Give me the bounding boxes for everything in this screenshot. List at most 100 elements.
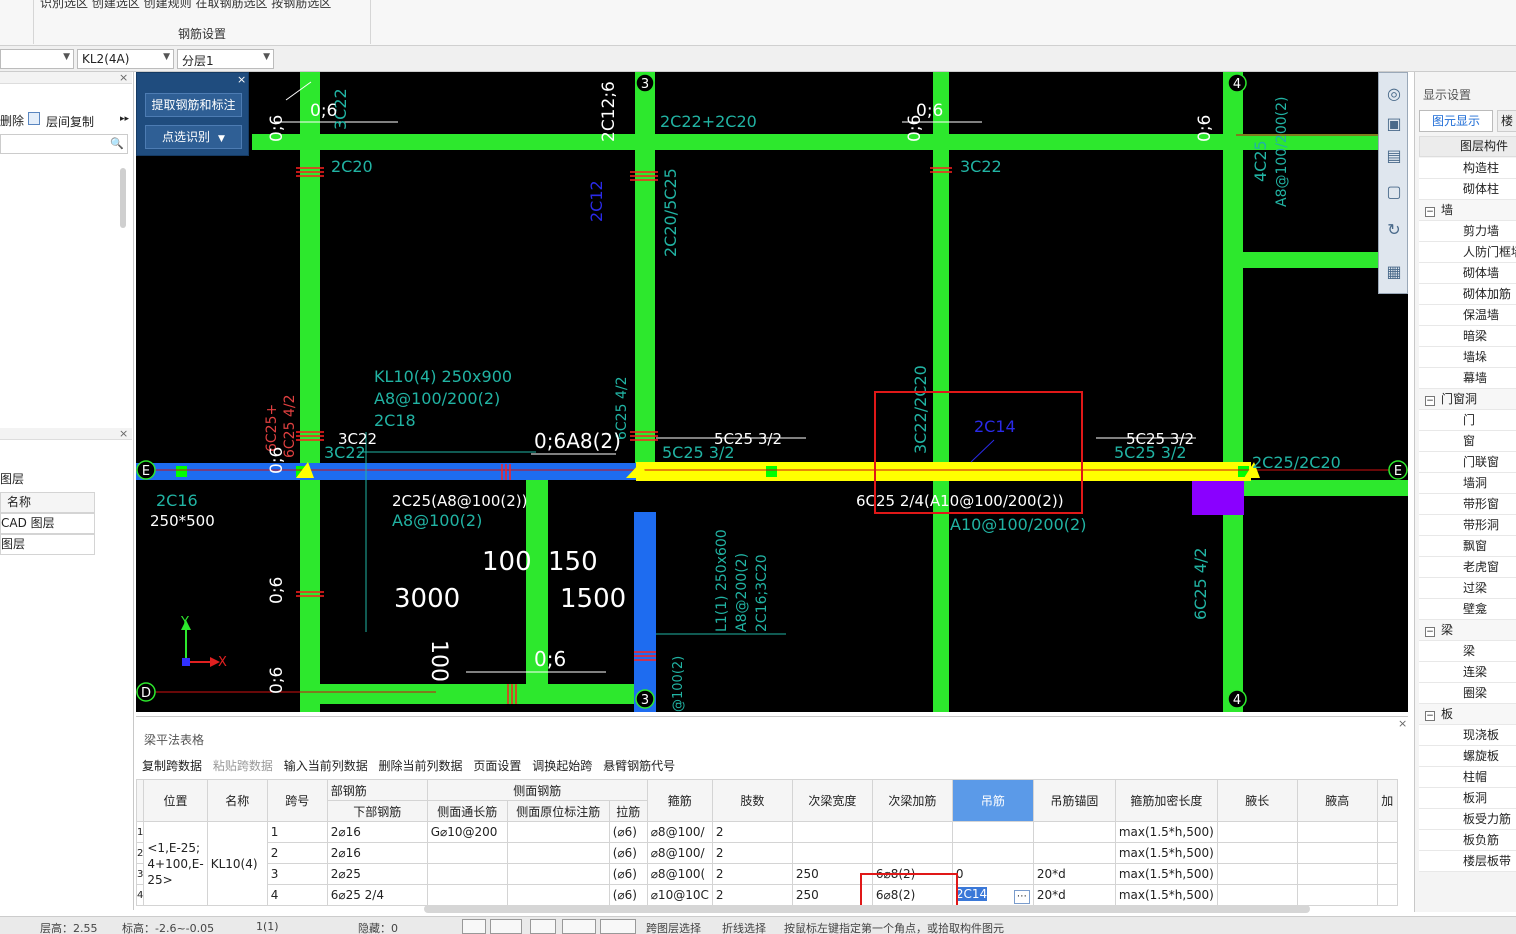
cell-side-orig[interactable]: [506, 863, 610, 885]
floor-copy-button[interactable]: 层间复制: [46, 113, 94, 130]
cell-legs[interactable]: 2: [711, 821, 793, 843]
tree-item[interactable]: 柱帽: [1419, 767, 1516, 788]
cell-hanger[interactable]: 0: [951, 863, 1034, 885]
click-recognize-button[interactable]: 点选识别 ▼: [145, 125, 242, 149]
tree-item[interactable]: 构造柱: [1419, 158, 1516, 179]
cell-legs[interactable]: 2: [711, 842, 793, 864]
empty-cell[interactable]: [1376, 821, 1398, 843]
position-cell[interactable]: <1,E-25; 4+100,E- 25>: [143, 821, 208, 906]
delete-column-button[interactable]: 删除当前列数据: [379, 759, 463, 773]
tree-item[interactable]: 墙垛: [1419, 347, 1516, 368]
cell-dense[interactable]: max(1.5*h,500): [1114, 884, 1218, 906]
empty-cell[interactable]: [1296, 821, 1378, 843]
grid-view-icon[interactable]: ▦: [1383, 261, 1405, 283]
tree-item[interactable]: 剪力墙: [1419, 221, 1516, 242]
cross-layer-select-button[interactable]: 跨图层选择: [646, 920, 701, 934]
collapse-icon[interactable]: −: [1425, 711, 1435, 721]
tree-item[interactable]: 板负筋: [1419, 830, 1516, 851]
tree-item[interactable]: 圈梁: [1419, 683, 1516, 704]
scrollbar[interactable]: [120, 168, 126, 228]
polyline-select-button[interactable]: 折线选择: [722, 920, 766, 934]
tree-item[interactable]: 连梁: [1419, 662, 1516, 683]
cell-tie[interactable]: (⌀6): [608, 884, 648, 906]
view-cube-icon[interactable]: ▢: [1383, 181, 1405, 203]
empty-cell[interactable]: [1216, 863, 1298, 885]
cad-layer-row[interactable]: CAD 图层: [0, 513, 95, 534]
layer-split-combo[interactable]: 分层1 ▼: [177, 49, 274, 69]
rotate-icon[interactable]: ↻: [1383, 219, 1405, 241]
layer-row[interactable]: 图层: [0, 534, 95, 555]
cell-sec-width[interactable]: [791, 842, 873, 864]
tab-floor[interactable]: 楼: [1497, 110, 1516, 132]
tree-group[interactable]: − 墙: [1419, 200, 1516, 221]
close-icon[interactable]: ×: [119, 427, 128, 440]
collapse-icon[interactable]: −: [1425, 396, 1435, 406]
tree-item[interactable]: 带形洞: [1419, 515, 1516, 536]
tree-item[interactable]: 幕墙: [1419, 368, 1516, 389]
cantilever-code-button[interactable]: 悬臂钢筋代号: [603, 759, 675, 773]
tab-element-display[interactable]: 图元显示: [1419, 110, 1493, 132]
cell-span[interactable]: 1: [266, 821, 328, 843]
cell-dense[interactable]: max(1.5*h,500): [1114, 863, 1218, 885]
input-column-button[interactable]: 输入当前列数据: [284, 759, 368, 773]
cell-bottom[interactable]: 6⌀25 2/4: [326, 884, 428, 906]
tree-item[interactable]: 螺旋板: [1419, 746, 1516, 767]
tree-item[interactable]: 保温墙: [1419, 305, 1516, 326]
tree-item[interactable]: 砌体加筋: [1419, 284, 1516, 305]
cell-dense[interactable]: max(1.5*h,500): [1114, 842, 1218, 864]
col-hanger[interactable]: 吊筋: [951, 779, 1034, 822]
select-mode-icon[interactable]: [462, 919, 486, 934]
table-row[interactable]: 1 <1,E-25; 4+100,E- 25> KL10(4) 1 2⌀16 G⌀10@2…: [135, 821, 1398, 906]
cell-span[interactable]: 4: [266, 884, 328, 906]
tree-item[interactable]: 板受力筋: [1419, 809, 1516, 830]
copy-span-button[interactable]: 复制跨数据: [142, 759, 202, 773]
cell-legs[interactable]: 2: [711, 863, 793, 885]
cell-bottom[interactable]: 2⌀16: [326, 842, 428, 864]
cell-span[interactable]: 3: [266, 863, 328, 885]
collapse-icon[interactable]: −: [1425, 207, 1435, 217]
table-row[interactable]: 2 2 2⌀16 (⌀6) ⌀8@100/2 max(1.5*h,500): [135, 842, 1398, 864]
cell-tie[interactable]: (⌀6): [608, 842, 648, 864]
cell-sec-add[interactable]: [871, 842, 953, 864]
cell-anchor[interactable]: 20*d: [1032, 884, 1116, 906]
hanger-edit-input[interactable]: 2C14: [955, 886, 988, 901]
tree-item[interactable]: 门: [1419, 410, 1516, 431]
tree-item[interactable]: 飘窗: [1419, 536, 1516, 557]
cell-legs[interactable]: 2: [711, 884, 793, 906]
cell-stirrup[interactable]: ⌀8@100(: [646, 863, 713, 885]
snap-icon[interactable]: [562, 919, 596, 934]
ribbon-cut-commands[interactable]: 识別选区 创建选区 创建规则 在取钢筋选区 按钢筋选区: [40, 0, 360, 11]
cell-dense[interactable]: max(1.5*h,500): [1114, 821, 1218, 843]
empty-cell[interactable]: [1296, 884, 1378, 906]
close-icon[interactable]: ×: [237, 73, 246, 86]
cell-stirrup[interactable]: ⌀8@100/: [646, 842, 713, 864]
expand-icon[interactable]: ▸▸: [120, 114, 129, 124]
empty-cell[interactable]: [1376, 842, 1398, 864]
table-row[interactable]: 4 4 6⌀25 2/4 (⌀6) ⌀10@10C 2 250 6⌀8(2) 2C14 ⋯ 20*d…: [135, 884, 1398, 906]
horizontal-scrollbar[interactable]: [424, 905, 1310, 913]
tree-item[interactable]: 砌体柱: [1419, 179, 1516, 200]
orbit-icon[interactable]: ◎: [1383, 83, 1405, 105]
cell-tie[interactable]: (⌀6): [608, 863, 648, 885]
close-icon[interactable]: ×: [1398, 717, 1407, 730]
tree-group[interactable]: − 梁: [1419, 620, 1516, 641]
empty-cell[interactable]: [1376, 884, 1398, 906]
table-row[interactable]: 3 3 2⌀25 (⌀6) ⌀8@100(2 250 6⌀8(2) 0 20*d max(1.5*…: [135, 863, 1398, 885]
cell-sec-width[interactable]: [791, 821, 873, 843]
empty-cell[interactable]: [1296, 863, 1378, 885]
cell-span[interactable]: 2: [266, 842, 328, 864]
cell-anchor[interactable]: [1032, 821, 1116, 843]
ortho-icon[interactable]: [600, 919, 636, 934]
tree-item[interactable]: 板洞: [1419, 788, 1516, 809]
delete-button[interactable]: 删除: [0, 112, 24, 129]
cell-hanger[interactable]: [951, 842, 1034, 864]
tree-item[interactable]: 过梁: [1419, 578, 1516, 599]
cad-canvas[interactable]: 3 4 E E D 3 4 3C22 2C20 2C22+2C20 2C20/5…: [136, 72, 1408, 712]
tree-item[interactable]: 带形窗: [1419, 494, 1516, 515]
view-3d-icon[interactable]: ▣: [1383, 113, 1405, 135]
cell-side-through[interactable]: [426, 884, 508, 906]
cell-hanger[interactable]: [951, 821, 1034, 843]
tree-item[interactable]: 现浇板: [1419, 725, 1516, 746]
more-icon[interactable]: ⋯: [1013, 889, 1030, 904]
cell-tie[interactable]: (⌀6): [608, 821, 648, 843]
